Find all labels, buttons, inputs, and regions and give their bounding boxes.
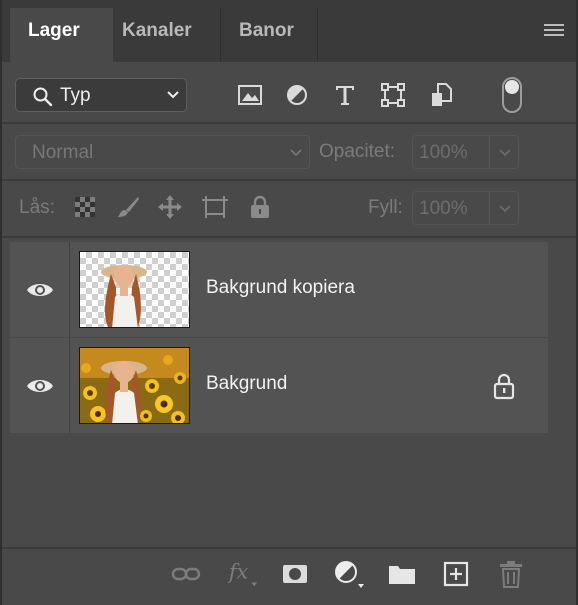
lock-all-icon[interactable] xyxy=(246,192,274,222)
add-mask-icon[interactable] xyxy=(279,559,311,589)
layer-thumbnail[interactable] xyxy=(79,347,190,424)
fill-field[interactable]: 100% xyxy=(412,191,519,225)
image-filter-icon[interactable] xyxy=(236,80,264,110)
filter-toggle-switch[interactable] xyxy=(502,77,522,113)
layers-panel: Lager Kanaler Banor Typ Normal Opacitet: xyxy=(0,0,578,605)
eye-icon[interactable] xyxy=(26,281,54,299)
layer-thumbnail[interactable] xyxy=(79,251,190,328)
tab-lager[interactable]: Lager xyxy=(10,8,113,62)
adjustment-filter-icon[interactable] xyxy=(283,80,311,110)
lock-position-icon[interactable] xyxy=(156,192,184,222)
lock-image-pixels-icon[interactable] xyxy=(114,192,142,222)
eye-icon[interactable] xyxy=(26,377,54,395)
chevron-down-icon[interactable] xyxy=(499,149,511,157)
delete-layer-icon[interactable] xyxy=(495,559,527,589)
layer-row[interactable]: Bakgrund kopiera xyxy=(10,242,548,337)
layer-name[interactable]: Bakgrund kopiera xyxy=(206,277,355,299)
svg-text:fx: fx xyxy=(227,560,249,584)
filter-type-select[interactable]: Typ xyxy=(15,78,187,112)
new-layer-icon[interactable] xyxy=(440,559,472,589)
group-folder-icon[interactable] xyxy=(386,559,418,589)
tab-banor[interactable]: Banor xyxy=(221,8,318,62)
lock-transparent-pixels-icon[interactable] xyxy=(71,192,99,222)
filter-type-label: Typ xyxy=(60,85,91,106)
panel-menu-icon[interactable] xyxy=(544,24,564,38)
adjustment-layer-icon[interactable] xyxy=(333,559,365,589)
fill-value: 100% xyxy=(419,198,468,219)
search-icon xyxy=(33,87,53,107)
opacity-label: Opacitet: xyxy=(319,141,396,162)
blend-mode-select[interactable]: Normal xyxy=(15,135,310,169)
blend-mode-value: Normal xyxy=(32,142,94,163)
visibility-toggle[interactable] xyxy=(10,242,70,337)
layers-list: Bakgrund kopiera Bakgrund xyxy=(10,240,548,434)
visibility-toggle[interactable] xyxy=(10,338,70,433)
chevron-down-icon[interactable] xyxy=(499,205,511,213)
panel-tab-bar: Lager Kanaler Banor xyxy=(2,0,576,62)
lock-label: Lås: xyxy=(19,197,55,218)
chevron-down-icon xyxy=(290,149,302,157)
type-filter-icon[interactable] xyxy=(331,80,359,110)
opacity-field[interactable]: 100% xyxy=(412,135,519,169)
smart-object-filter-icon[interactable] xyxy=(428,80,456,110)
opacity-value: 100% xyxy=(419,142,468,163)
layer-name[interactable]: Bakgrund xyxy=(206,373,287,395)
chevron-down-icon xyxy=(167,91,179,99)
shape-filter-icon[interactable] xyxy=(379,80,407,110)
tab-kanaler[interactable]: Kanaler xyxy=(104,8,221,62)
lock-artboard-icon[interactable] xyxy=(201,192,229,222)
fx-icon[interactable]: fx xyxy=(226,559,258,589)
layer-row[interactable]: Bakgrund xyxy=(10,338,548,433)
fill-label: Fyll: xyxy=(368,197,403,218)
lock-icon xyxy=(493,373,515,400)
layers-toolbar: fx xyxy=(2,547,576,605)
link-layers-icon[interactable] xyxy=(170,559,202,589)
